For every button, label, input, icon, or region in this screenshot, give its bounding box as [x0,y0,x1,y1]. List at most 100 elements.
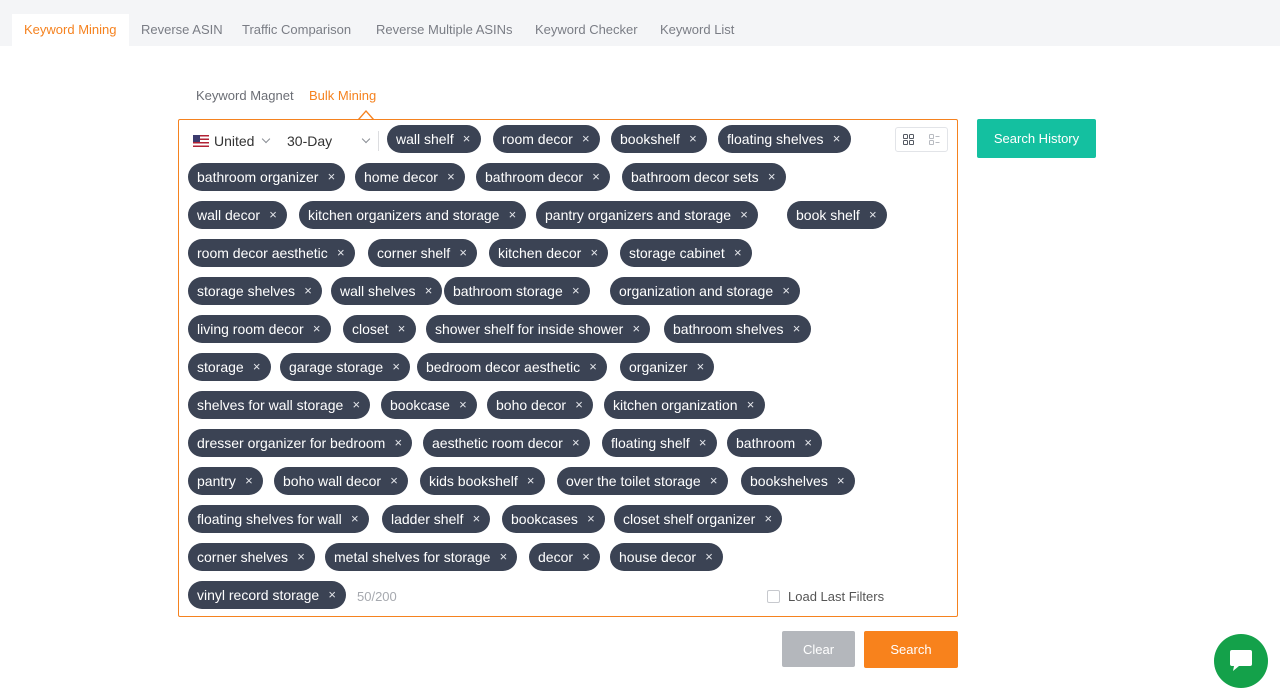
remove-tag-icon[interactable]: × [688,125,698,153]
remove-tag-icon[interactable]: × [471,505,481,533]
keyword-tag[interactable]: wall shelves × [331,277,443,305]
keyword-tag[interactable]: bathroom organizer × [188,163,346,191]
keyword-tag[interactable]: organization and storage × [610,277,801,305]
keyword-tag[interactable]: organizer × [620,353,715,381]
remove-tag-icon[interactable]: × [733,239,743,267]
remove-tag-icon[interactable]: × [498,543,508,571]
tab-reverse-multiple-asins[interactable]: Reverse Multiple ASINs [364,14,525,46]
remove-tag-icon[interactable]: × [739,201,749,229]
keyword-tag[interactable]: bookcase × [381,391,477,419]
remove-tag-icon[interactable]: × [803,429,813,457]
remove-tag-icon[interactable]: × [296,543,306,571]
remove-tag-icon[interactable]: × [767,163,777,191]
remove-tag-icon[interactable]: × [351,391,361,419]
remove-tag-icon[interactable]: × [303,277,313,305]
keyword-tag[interactable]: ladder shelf × [382,505,491,533]
remove-tag-icon[interactable]: × [631,315,641,343]
keyword-tag[interactable]: over the toilet storage × [557,467,728,495]
remove-tag-icon[interactable]: × [695,353,705,381]
remove-tag-icon[interactable]: × [589,239,599,267]
keyword-tag[interactable]: floating shelves for wall × [188,505,369,533]
keyword-tag[interactable]: bathroom decor × [476,163,611,191]
remove-tag-icon[interactable]: × [586,505,596,533]
remove-tag-icon[interactable]: × [252,353,262,381]
keyword-tag[interactable]: closet shelf organizer × [614,505,783,533]
keyword-tag[interactable]: bathroom decor sets × [622,163,786,191]
keyword-tag[interactable]: bathroom storage × [444,277,590,305]
remove-tag-icon[interactable]: × [571,277,581,305]
keyword-tag[interactable]: room decor aesthetic × [188,239,355,267]
keyword-tag[interactable]: dresser organizer for bedroom × [188,429,413,457]
keyword-tag[interactable]: pantry organizers and storage × [536,201,758,229]
remove-tag-icon[interactable]: × [868,201,878,229]
remove-tag-icon[interactable]: × [588,353,598,381]
keyword-tag[interactable]: vinyl record storage × [188,581,347,609]
search-button[interactable]: Search [864,631,958,668]
tab-traffic-comparison[interactable]: Traffic Comparison [230,14,363,46]
keyword-tag[interactable]: corner shelves × [188,543,316,571]
tab-keyword-mining[interactable]: Keyword Mining [12,14,129,46]
keyword-tag[interactable]: room decor × [493,125,600,153]
remove-tag-icon[interactable]: × [244,467,254,495]
keyword-tag[interactable]: kids bookshelf × [420,467,545,495]
remove-tag-icon[interactable]: × [326,163,336,191]
keyword-tag[interactable]: aesthetic room decor × [423,429,590,457]
remove-tag-icon[interactable]: × [268,201,278,229]
tab-keyword-list[interactable]: Keyword List [648,14,746,46]
country-select[interactable]: United [193,131,271,151]
keyword-tag[interactable]: corner shelf × [368,239,478,267]
keyword-tag[interactable]: bathroom shelves × [664,315,811,343]
keyword-tag[interactable]: wall shelf × [387,125,481,153]
list-view-button[interactable] [922,128,948,151]
remove-tag-icon[interactable]: × [763,505,773,533]
remove-tag-icon[interactable]: × [698,429,708,457]
load-last-filters[interactable]: Load Last Filters [767,589,884,604]
keyword-tag[interactable]: shelves for wall storage × [188,391,371,419]
keyword-tag[interactable]: kitchen decor × [489,239,609,267]
keyword-tag[interactable]: decor × [529,543,601,571]
chat-button[interactable] [1214,634,1268,688]
remove-tag-icon[interactable]: × [391,353,401,381]
grid-view-button[interactable] [896,128,922,151]
keyword-input-box[interactable]: United 30-Day wall shelf × room decor × book… [178,119,958,617]
remove-tag-icon[interactable]: × [397,315,407,343]
remove-tag-icon[interactable]: × [446,163,456,191]
keyword-tag[interactable]: garage storage × [280,353,411,381]
keyword-tag[interactable]: floating shelf × [602,429,717,457]
keyword-tag[interactable]: pantry × [188,467,263,495]
remove-tag-icon[interactable]: × [704,543,714,571]
remove-tag-icon[interactable]: × [423,277,433,305]
remove-tag-icon[interactable]: × [836,467,846,495]
subtab-keyword-magnet[interactable]: Keyword Magnet [196,88,294,103]
tab-reverse-asin[interactable]: Reverse ASIN [129,14,235,46]
remove-tag-icon[interactable]: × [526,467,536,495]
keyword-tag[interactable]: home decor × [355,163,465,191]
keyword-tag[interactable]: boho decor × [487,391,594,419]
keyword-tag[interactable]: book shelf × [787,201,887,229]
remove-tag-icon[interactable]: × [792,315,802,343]
remove-tag-icon[interactable]: × [312,315,322,343]
keyword-tag[interactable]: house decor × [610,543,724,571]
remove-tag-icon[interactable]: × [458,239,468,267]
remove-tag-icon[interactable]: × [327,581,337,609]
keyword-tag[interactable]: boho wall decor × [274,467,409,495]
load-last-filters-checkbox[interactable] [767,590,780,603]
keyword-tag[interactable]: closet × [343,315,416,343]
search-history-button[interactable]: Search History [977,119,1096,158]
keyword-tag[interactable]: shower shelf for inside shower × [426,315,651,343]
keyword-tag[interactable]: storage shelves × [188,277,323,305]
remove-tag-icon[interactable]: × [581,125,591,153]
keyword-tag[interactable]: metal shelves for storage × [325,543,518,571]
keyword-tag[interactable]: bathroom × [727,429,823,457]
keyword-tag[interactable]: bedroom decor aesthetic × [417,353,608,381]
remove-tag-icon[interactable]: × [709,467,719,495]
remove-tag-icon[interactable]: × [591,163,601,191]
keyword-tag[interactable]: bookcases × [502,505,605,533]
keyword-tag[interactable]: living room decor × [188,315,331,343]
keyword-tag[interactable]: floating shelves × [718,125,851,153]
subtab-bulk-mining[interactable]: Bulk Mining [309,88,376,103]
tab-keyword-checker[interactable]: Keyword Checker [523,14,650,46]
remove-tag-icon[interactable]: × [462,125,472,153]
remove-tag-icon[interactable]: × [393,429,403,457]
remove-tag-icon[interactable]: × [458,391,468,419]
